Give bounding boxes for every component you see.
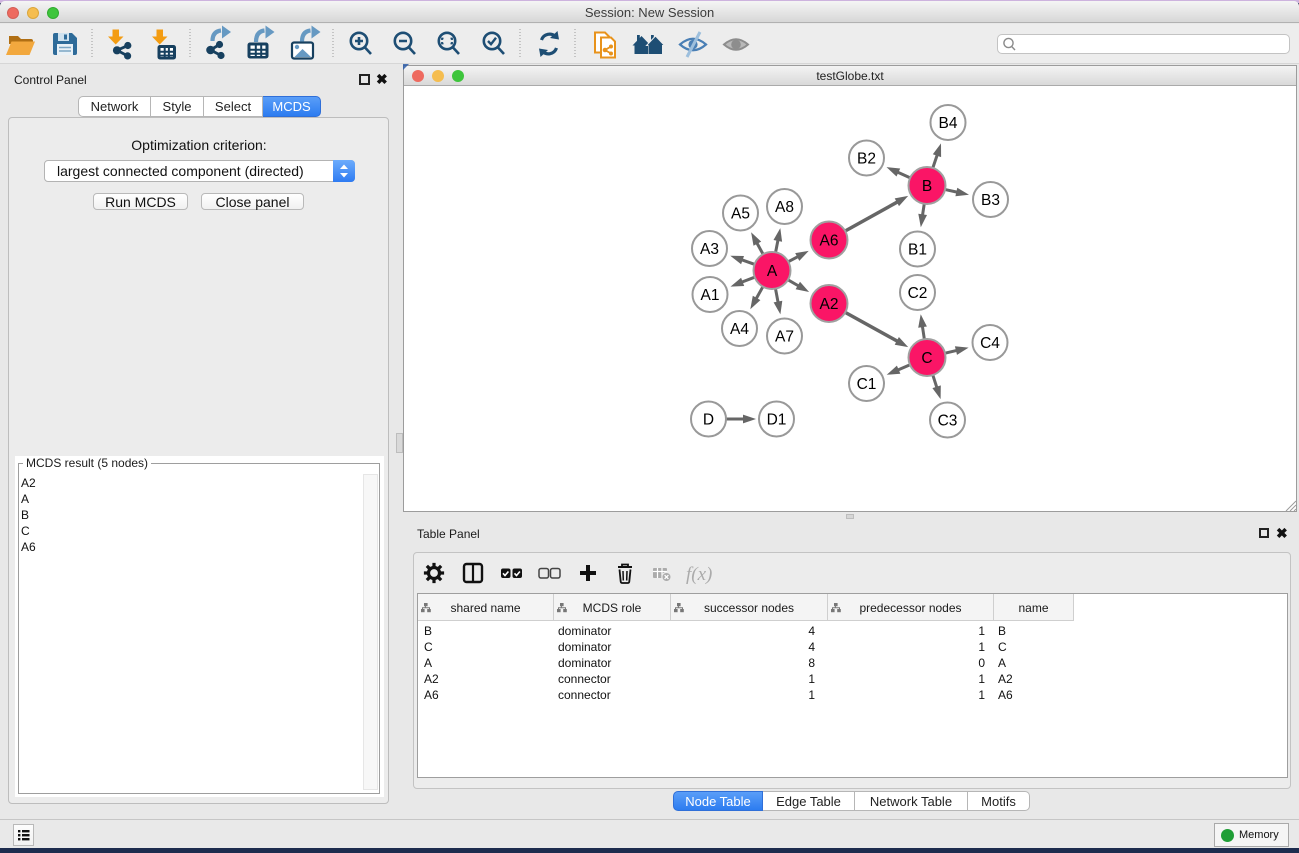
- svg-text:A: A: [767, 263, 778, 280]
- svg-text:B: B: [922, 178, 932, 195]
- svg-text:f(x): f(x): [686, 564, 712, 585]
- svg-text:A8: A8: [775, 199, 794, 216]
- svg-text:B1: B1: [908, 242, 927, 259]
- svg-text:C2: C2: [908, 285, 928, 302]
- svg-text:C1: C1: [857, 376, 877, 393]
- svg-text:C4: C4: [980, 335, 1000, 352]
- svg-text:B2: B2: [857, 151, 876, 168]
- svg-text:A3: A3: [700, 241, 719, 258]
- svg-text:A4: A4: [730, 321, 749, 338]
- svg-text:A1: A1: [701, 287, 720, 304]
- svg-text:D: D: [703, 412, 714, 429]
- svg-text:B4: B4: [939, 115, 958, 132]
- svg-text:C: C: [921, 350, 932, 367]
- svg-text:A6: A6: [820, 233, 839, 250]
- svg-text:A7: A7: [775, 329, 794, 346]
- svg-text:A5: A5: [731, 206, 750, 223]
- svg-text:C3: C3: [938, 413, 958, 430]
- svg-text:B3: B3: [981, 192, 1000, 209]
- svg-text:A2: A2: [820, 296, 839, 313]
- svg-text:D1: D1: [767, 412, 787, 429]
